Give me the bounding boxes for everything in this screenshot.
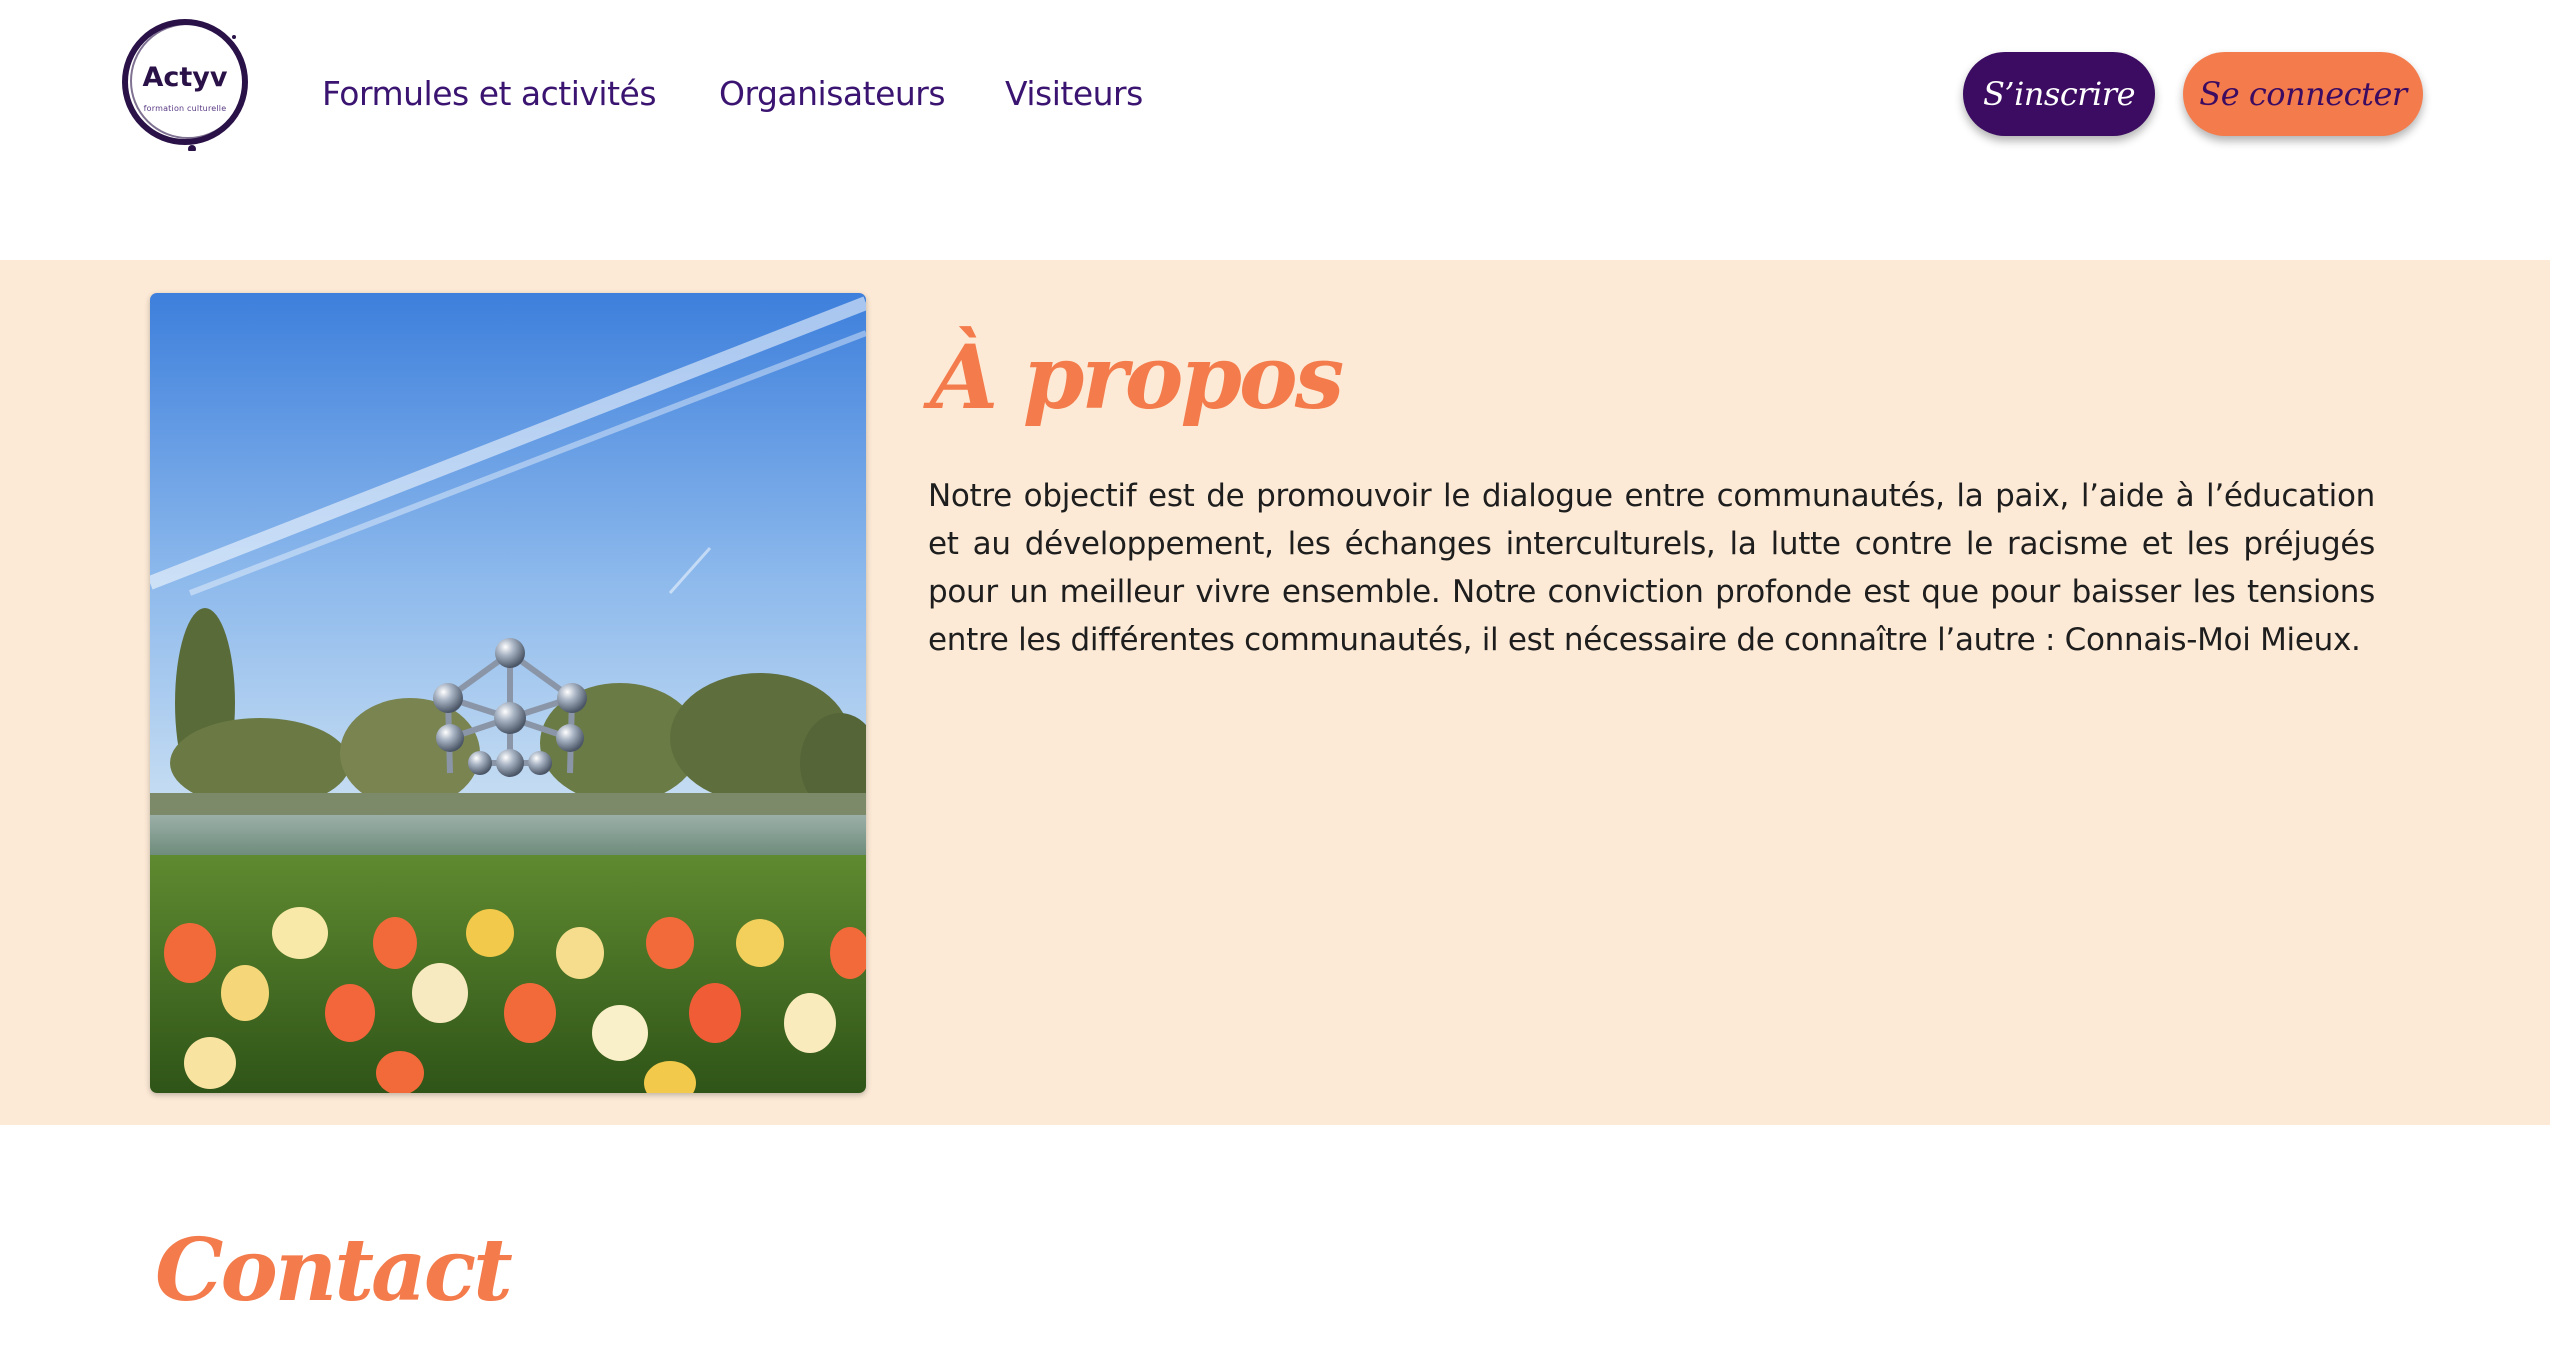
signup-button[interactable]: S’inscrire — [1963, 52, 2155, 136]
about-paragraph: Notre objectif est de promouvoir le dial… — [928, 478, 2375, 658]
login-button[interactable]: Se connecter — [2183, 52, 2423, 136]
actyv-logo[interactable]: Actyv formation culturelle — [120, 15, 256, 151]
atomium-photo — [150, 293, 866, 1093]
site-header: Actyv formation culturelle Formules et a… — [0, 0, 2550, 260]
about-title: À propos — [930, 325, 1344, 429]
nav-organisateurs[interactable]: Organisateurs — [719, 72, 946, 116]
nav-formules-et-activites[interactable]: Formules et activités — [322, 72, 657, 116]
about-section: À propos Notre objectif est de promouvoi… — [0, 260, 2550, 1125]
nav-visiteurs[interactable]: Visiteurs — [1005, 72, 1143, 116]
logo-wordmark: Actyv — [142, 62, 228, 93]
logo-tagline: formation culturelle — [143, 104, 227, 113]
contact-title: Contact — [155, 1220, 513, 1321]
